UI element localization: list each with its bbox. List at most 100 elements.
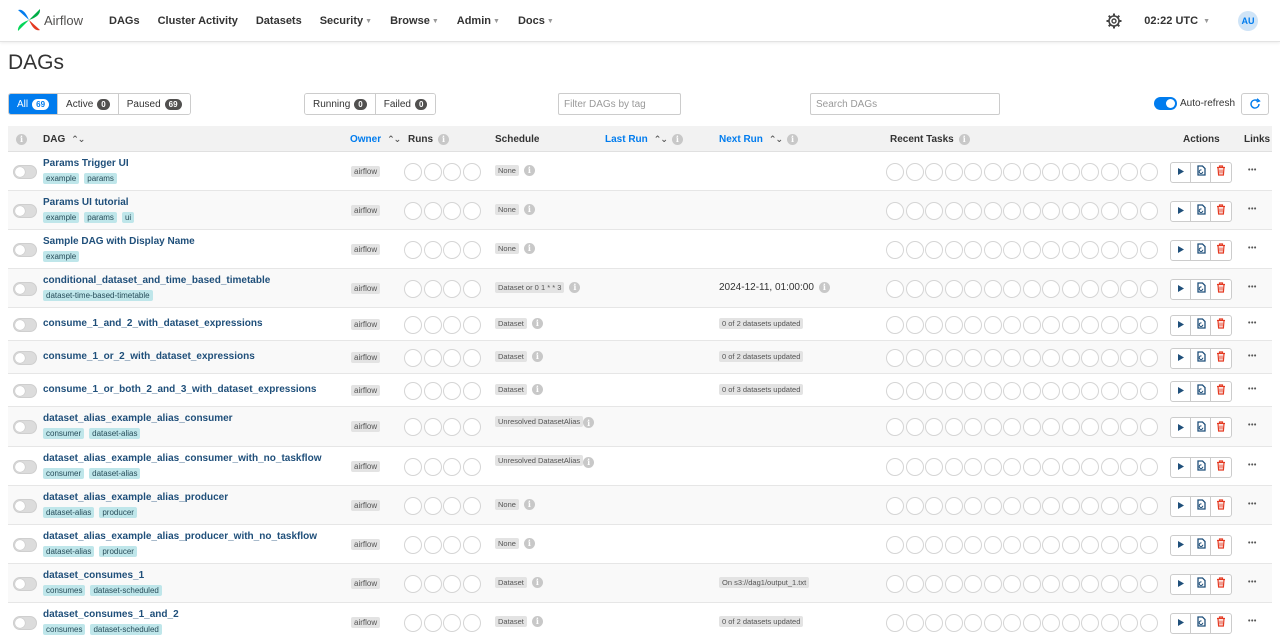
dag-name-link[interactable]: dataset_alias_example_alias_producer_wit… — [43, 531, 317, 542]
run-state-circle[interactable] — [462, 535, 481, 554]
task-state-circle[interactable] — [1100, 162, 1119, 181]
task-state-circle[interactable] — [1139, 162, 1158, 181]
task-state-circle[interactable] — [1061, 381, 1080, 400]
delete-dag-button[interactable] — [1211, 382, 1231, 401]
task-state-circle[interactable] — [1100, 348, 1119, 367]
task-state-circle[interactable] — [1120, 315, 1138, 334]
dag-name-link[interactable]: dataset_alias_example_alias_consumer — [43, 413, 233, 424]
task-state-circle[interactable] — [944, 381, 963, 400]
tag-badge[interactable]: dataset-alias — [43, 545, 95, 557]
trigger-dag-button[interactable] — [1171, 613, 1191, 633]
owner-badge[interactable]: airflow — [351, 421, 381, 432]
task-state-circle[interactable] — [1061, 457, 1080, 476]
task-state-circle[interactable] — [1081, 201, 1099, 220]
task-state-circle[interactable] — [983, 240, 1002, 259]
task-state-circle[interactable] — [1042, 418, 1060, 436]
task-state-circle[interactable] — [1042, 315, 1060, 334]
task-state-circle[interactable] — [1081, 315, 1099, 334]
dag-name-link[interactable]: dataset_alias_example_alias_producer — [43, 492, 228, 503]
task-state-circle[interactable] — [1022, 496, 1041, 515]
task-state-circle[interactable] — [1100, 457, 1119, 476]
task-state-circle[interactable] — [1100, 201, 1119, 220]
task-state-circle[interactable] — [1100, 381, 1119, 400]
tag-badge[interactable]: dataset-alias — [89, 467, 141, 479]
task-state-circle[interactable] — [886, 315, 904, 334]
next-run-badge[interactable]: 0 of 3 datasets updated — [719, 383, 804, 395]
pause-toggle[interactable] — [13, 350, 37, 365]
delete-dag-button[interactable] — [1211, 458, 1231, 477]
reparse-dag-button[interactable] — [1191, 315, 1211, 335]
task-state-circle[interactable] — [1100, 496, 1119, 515]
task-state-circle[interactable] — [1081, 613, 1099, 632]
task-state-circle[interactable] — [1003, 381, 1021, 400]
more-links-icon[interactable]: ••• — [1248, 540, 1257, 547]
delete-dag-button[interactable] — [1211, 418, 1231, 437]
info-icon[interactable]: i — [531, 576, 543, 588]
task-state-circle[interactable] — [1003, 574, 1021, 593]
task-state-circle[interactable] — [944, 162, 963, 181]
task-state-circle[interactable] — [1081, 348, 1099, 367]
run-state-circle[interactable] — [404, 535, 422, 554]
gear-icon[interactable] — [1106, 13, 1122, 29]
more-links-icon[interactable]: ••• — [1248, 618, 1257, 625]
task-state-circle[interactable] — [1081, 162, 1099, 181]
task-state-circle[interactable] — [1022, 381, 1041, 400]
run-state-circle[interactable] — [443, 535, 461, 554]
task-state-circle[interactable] — [964, 381, 982, 400]
task-state-circle[interactable] — [1061, 348, 1080, 367]
refresh-button[interactable] — [1241, 93, 1269, 115]
delete-dag-button[interactable] — [1211, 349, 1231, 368]
owner-badge[interactable]: airflow — [351, 204, 381, 216]
tag-badge[interactable]: example — [43, 250, 80, 262]
run-state-circle[interactable] — [462, 381, 481, 400]
owner-badge[interactable]: airflow — [351, 499, 381, 511]
reparse-dag-button[interactable] — [1191, 381, 1211, 401]
task-state-circle[interactable] — [1042, 240, 1060, 259]
task-state-circle[interactable] — [1120, 574, 1138, 593]
run-state-circle[interactable] — [443, 381, 461, 400]
info-icon[interactable]: i — [531, 383, 543, 395]
task-state-circle[interactable] — [1081, 535, 1099, 554]
nav-item-dags[interactable]: DAGs — [100, 15, 149, 27]
info-icon[interactable]: i — [569, 281, 581, 293]
task-state-circle[interactable] — [925, 574, 943, 593]
delete-dag-button[interactable] — [1211, 202, 1231, 221]
run-state-circle[interactable] — [404, 240, 422, 259]
run-state-circle[interactable] — [443, 279, 461, 298]
task-state-circle[interactable] — [983, 315, 1002, 334]
task-state-circle[interactable] — [1022, 613, 1041, 632]
more-links-icon[interactable]: ••• — [1248, 462, 1257, 469]
task-state-circle[interactable] — [1120, 457, 1138, 476]
task-state-circle[interactable] — [925, 240, 943, 259]
task-state-circle[interactable] — [983, 496, 1002, 515]
task-state-circle[interactable] — [1139, 381, 1158, 400]
run-state-circle[interactable] — [443, 315, 461, 334]
header-dag[interactable]: DAG ⌃⌄ — [43, 126, 85, 152]
run-state-circle[interactable] — [404, 162, 422, 181]
pause-toggle[interactable] — [13, 281, 37, 296]
task-state-circle[interactable] — [1139, 348, 1158, 367]
info-icon[interactable]: i — [523, 164, 535, 176]
task-state-circle[interactable] — [1100, 418, 1119, 436]
task-state-circle[interactable] — [1042, 162, 1060, 181]
task-state-circle[interactable] — [925, 535, 943, 554]
auto-refresh-toggle[interactable] — [1154, 97, 1177, 110]
info-icon[interactable]: i — [523, 537, 535, 549]
task-state-circle[interactable] — [1003, 418, 1021, 436]
info-icon[interactable]: i — [583, 456, 595, 468]
owner-badge[interactable]: airflow — [351, 282, 381, 294]
task-state-circle[interactable] — [1061, 613, 1080, 632]
dag-name-link[interactable]: Sample DAG with Display Name — [43, 236, 195, 247]
task-state-circle[interactable] — [1042, 457, 1060, 476]
pause-toggle[interactable] — [13, 459, 37, 474]
task-state-circle[interactable] — [944, 574, 963, 593]
tag-badge[interactable]: consumer — [43, 467, 85, 479]
run-state-circle[interactable] — [423, 348, 442, 367]
task-state-circle[interactable] — [1139, 315, 1158, 334]
reparse-dag-button[interactable] — [1191, 535, 1211, 555]
task-state-circle[interactable] — [1100, 535, 1119, 554]
run-state-circle[interactable] — [404, 348, 422, 367]
task-state-circle[interactable] — [886, 457, 904, 476]
tag-badge[interactable]: consumer — [43, 428, 85, 439]
task-state-circle[interactable] — [905, 240, 924, 259]
